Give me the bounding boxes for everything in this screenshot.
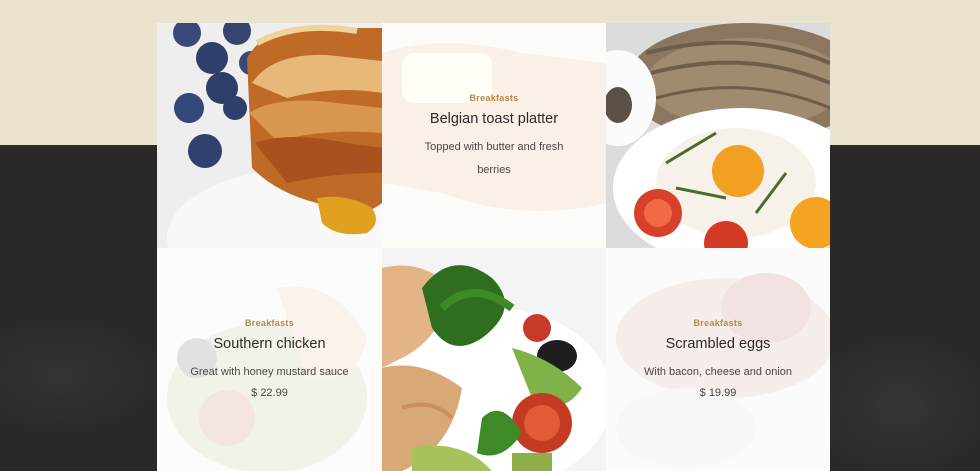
menu-card-southern-chicken[interactable]: Breakfasts Southern chicken Great with h… [157,248,382,471]
menu-card-caption: Breakfasts Belgian toast platter Topped … [382,93,606,182]
salad-photo [382,248,606,471]
item-title[interactable]: Southern chicken [157,336,382,352]
item-description: Great with honey mustard sauce [190,366,349,378]
item-description: Topped with butter and fresh berries [424,141,564,176]
menu-photo-eggs[interactable] [606,23,830,248]
item-title[interactable]: Scrambled eggs [606,336,830,352]
item-category: Breakfasts [244,318,295,328]
eggs-photo [606,23,830,248]
menu-card-belgian-toast[interactable]: Breakfasts Belgian toast platter Topped … [382,23,606,248]
item-price: $ 22.99 [251,387,288,399]
menu-card-caption: Breakfasts Southern chicken Great with h… [157,318,382,399]
menu-photo-salad[interactable] [382,248,606,471]
menu-card-scrambled-eggs[interactable]: Breakfasts Scrambled eggs With bacon, ch… [606,248,830,471]
item-price: $ 19.99 [699,387,737,399]
item-category: Breakfasts [469,93,519,103]
menu-photo-toast[interactable] [157,23,382,248]
toast-photo [157,23,382,248]
item-category: Breakfasts [693,318,743,328]
menu-card-caption: Breakfasts Scrambled eggs With bacon, ch… [606,318,830,399]
item-title[interactable]: Belgian toast platter [382,111,606,127]
item-description: With bacon, cheese and onion [644,366,792,378]
menu-grid: Breakfasts Belgian toast platter Topped … [157,23,830,471]
